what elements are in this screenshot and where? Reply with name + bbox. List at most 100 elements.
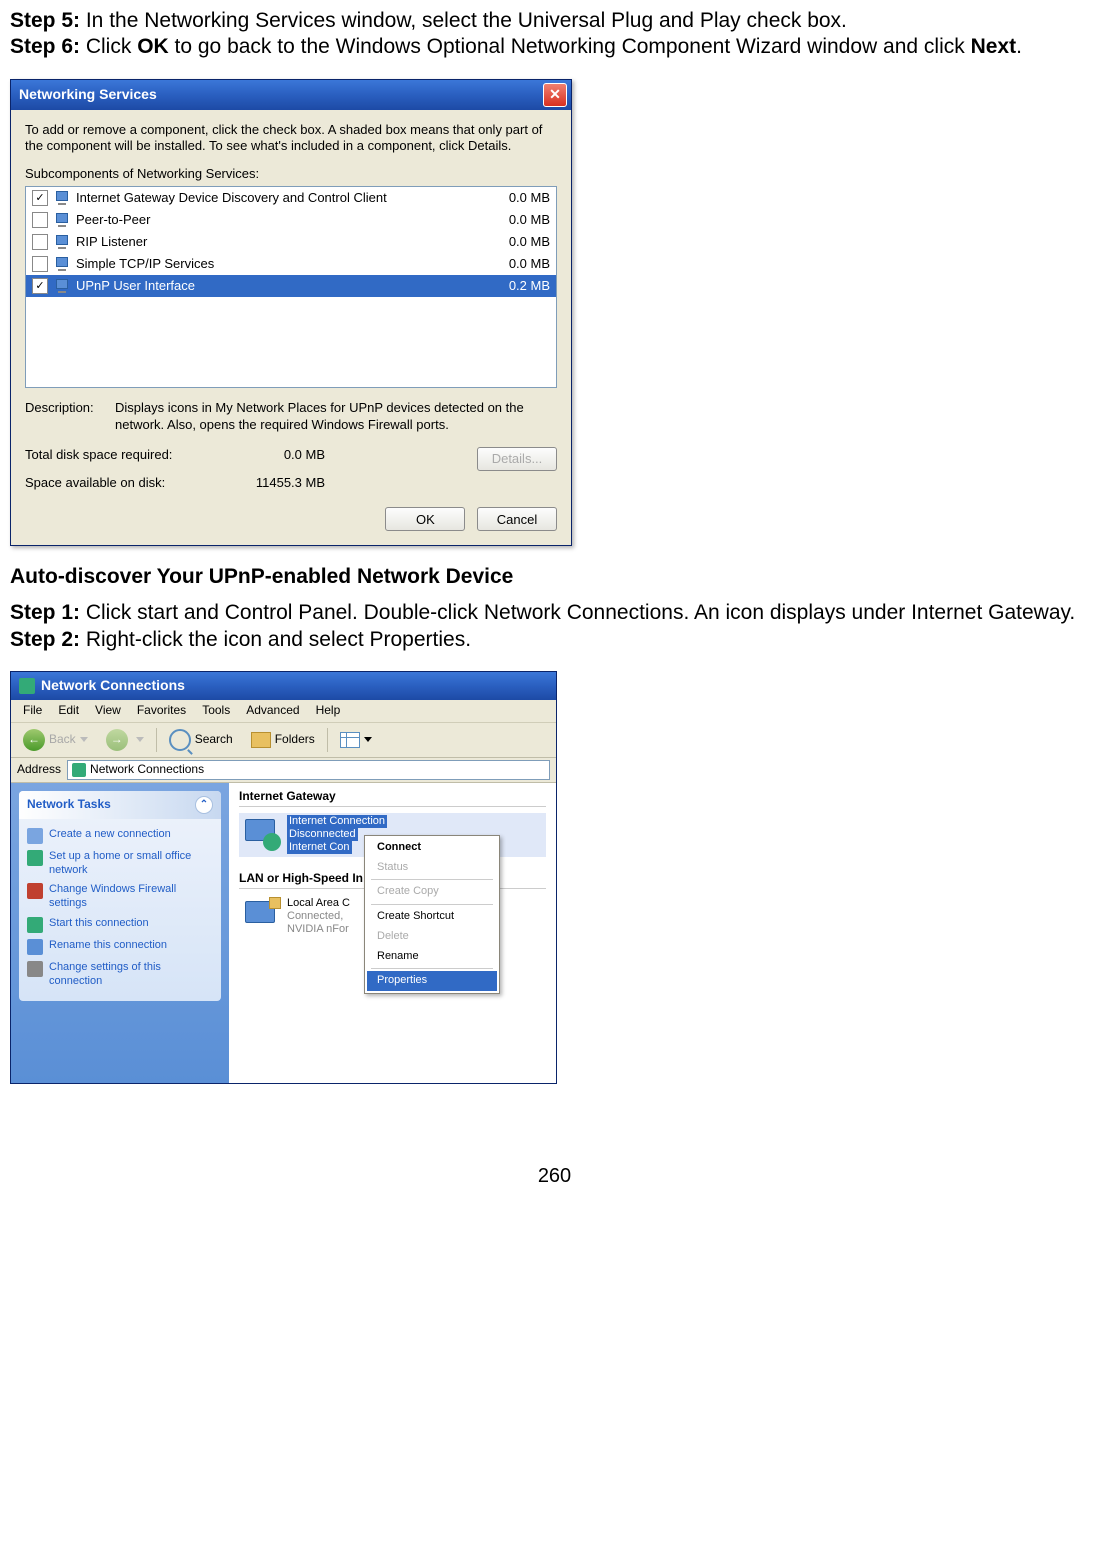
context-menu[interactable]: Connect Status Create Copy Create Shortc…: [364, 835, 500, 994]
views-icon: [340, 732, 360, 748]
task-start-connection[interactable]: Start this connection: [27, 914, 213, 936]
ok-button[interactable]: OK: [385, 507, 465, 531]
menu-advanced[interactable]: Advanced: [238, 703, 307, 718]
menu-file[interactable]: File: [15, 703, 50, 718]
menu-tools[interactable]: Tools: [194, 703, 238, 718]
chevron-down-icon: [136, 737, 144, 742]
connection-type: Internet Con: [287, 841, 352, 854]
menu-favorites[interactable]: Favorites: [129, 703, 194, 718]
list-item[interactable]: Simple TCP/IP Services 0.0 MB: [26, 253, 556, 275]
task-setup-network[interactable]: Set up a home or small office network: [27, 847, 213, 881]
total-space-value: 0.0 MB: [215, 447, 325, 471]
menu-edit[interactable]: Edit: [50, 703, 87, 718]
chevron-up-icon[interactable]: ⌃: [195, 796, 213, 814]
step2-2-label: Step 2:: [10, 628, 80, 651]
connection-icon: [241, 815, 281, 855]
context-delete: Delete: [367, 927, 497, 947]
checkbox-icon[interactable]: ✓: [32, 190, 48, 206]
chevron-down-icon: [364, 737, 372, 742]
connection-status: Connected,: [287, 910, 343, 922]
section-heading: Auto-discover Your UPnP-enabled Network …: [10, 564, 1099, 590]
avail-space-value: 11455.3 MB: [215, 475, 325, 491]
step-6-post: .: [1016, 35, 1022, 58]
window-titlebar[interactable]: Network Connections: [11, 672, 556, 700]
item-size: 0.0 MB: [490, 256, 550, 272]
menu-help[interactable]: Help: [308, 703, 349, 718]
menubar[interactable]: File Edit View Favorites Tools Advanced …: [11, 700, 556, 723]
context-connect[interactable]: Connect: [367, 838, 497, 858]
item-size: 0.2 MB: [490, 278, 550, 294]
network-icon: [54, 235, 70, 249]
connection-name: Local Area C: [287, 897, 350, 909]
checkbox-icon[interactable]: ✓: [32, 278, 48, 294]
network-tasks-panel: Network Tasks ⌃ Create a new connection …: [19, 791, 221, 1002]
toolbar: ← Back → Search Folders: [11, 723, 556, 758]
content-area: Internet Gateway Internet Connection Dis…: [229, 783, 556, 1083]
network-icon: [54, 213, 70, 227]
list-item[interactable]: ✓ Internet Gateway Device Discovery and …: [26, 187, 556, 209]
list-item[interactable]: Peer-to-Peer 0.0 MB: [26, 209, 556, 231]
folders-button[interactable]: Folders: [245, 727, 321, 753]
subcomponents-listbox[interactable]: ✓ Internet Gateway Device Discovery and …: [25, 186, 557, 388]
task-create-connection[interactable]: Create a new connection: [27, 825, 213, 847]
step2-1-text: Click start and Control Panel. Double-cl…: [80, 601, 1075, 624]
cancel-button[interactable]: Cancel: [477, 507, 557, 531]
networking-services-dialog: Networking Services ✕ To add or remove a…: [10, 79, 572, 547]
network-icon: [54, 191, 70, 205]
context-create-shortcut[interactable]: Create Shortcut: [367, 907, 497, 927]
search-button[interactable]: Search: [163, 727, 239, 753]
task-icon: [27, 828, 43, 844]
step-5-text: In the Networking Services window, selec…: [80, 9, 847, 32]
task-change-settings[interactable]: Change settings of this connection: [27, 958, 213, 992]
step-5-line: Step 5: In the Networking Services windo…: [10, 8, 1099, 34]
dialog-title: Networking Services: [19, 86, 157, 104]
task-icon: [27, 917, 43, 933]
checkbox-icon[interactable]: [32, 234, 48, 250]
tasks-header[interactable]: Network Tasks ⌃: [19, 791, 221, 819]
window-title: Network Connections: [41, 677, 185, 695]
sidebar: Network Tasks ⌃ Create a new connection …: [11, 783, 229, 1083]
network-icon: [54, 257, 70, 271]
description-text: Displays icons in My Network Places for …: [115, 400, 557, 433]
connection-status: Disconnected: [287, 828, 358, 841]
views-button[interactable]: [334, 727, 378, 753]
connection-name: Internet Connection: [287, 815, 387, 828]
task-icon: [27, 850, 43, 866]
step-6-ok: OK: [137, 35, 169, 58]
address-label: Address: [17, 762, 61, 777]
forward-button: →: [100, 727, 150, 753]
item-name: Peer-to-Peer: [76, 212, 490, 228]
checkbox-icon[interactable]: [32, 256, 48, 272]
network-connections-window: Network Connections File Edit View Favor…: [10, 671, 557, 1084]
window-icon: [19, 678, 35, 694]
item-name: UPnP User Interface: [76, 278, 490, 294]
task-firewall-settings[interactable]: Change Windows Firewall settings: [27, 880, 213, 914]
step2-1-line: Step 1: Click start and Control Panel. D…: [10, 600, 1099, 626]
subcomponents-label: Subcomponents of Networking Services:: [25, 166, 557, 182]
checkbox-icon[interactable]: [32, 212, 48, 228]
context-properties[interactable]: Properties: [367, 971, 497, 991]
close-icon[interactable]: ✕: [543, 83, 567, 107]
step-5-label: Step 5:: [10, 9, 80, 32]
total-space-label: Total disk space required:: [25, 447, 215, 471]
list-item-selected[interactable]: ✓ UPnP User Interface 0.2 MB: [26, 275, 556, 297]
task-icon: [27, 961, 43, 977]
menu-view[interactable]: View: [87, 703, 129, 718]
address-value: Network Connections: [90, 762, 204, 777]
address-field[interactable]: Network Connections: [67, 760, 550, 780]
list-item[interactable]: RIP Listener 0.0 MB: [26, 231, 556, 253]
context-rename[interactable]: Rename: [367, 947, 497, 967]
avail-space-label: Space available on disk:: [25, 475, 215, 491]
network-icon: [54, 279, 70, 293]
item-name: Internet Gateway Device Discovery and Co…: [76, 190, 490, 206]
task-rename-connection[interactable]: Rename this connection: [27, 936, 213, 958]
step-6-pre: Click: [80, 35, 137, 58]
context-status: Status: [367, 858, 497, 878]
step-6-line: Step 6: Click OK to go back to the Windo…: [10, 34, 1099, 60]
forward-icon: →: [106, 729, 128, 751]
dialog-titlebar[interactable]: Networking Services ✕: [11, 80, 571, 110]
item-size: 0.0 MB: [490, 234, 550, 250]
task-icon: [27, 939, 43, 955]
context-separator: [371, 968, 493, 969]
chevron-down-icon: [80, 737, 88, 742]
